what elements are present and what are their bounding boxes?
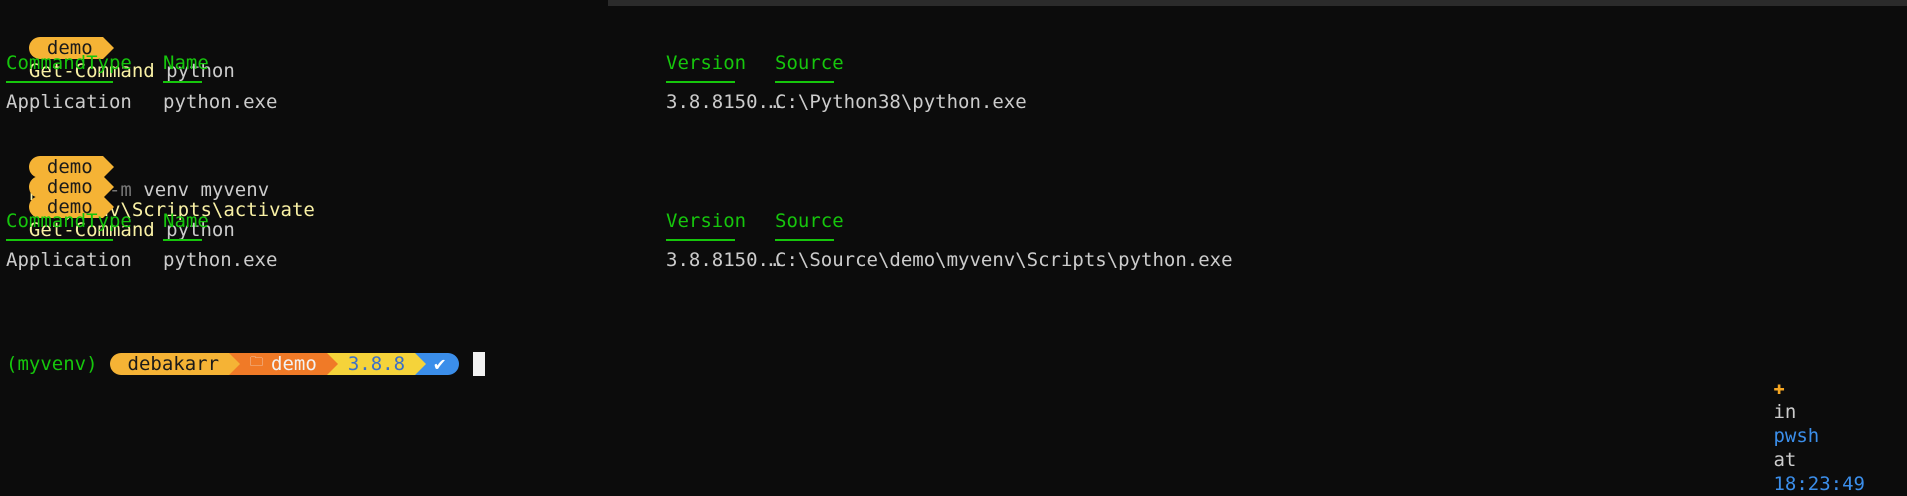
shell-name: pwsh <box>1773 425 1820 447</box>
venv-label: (myvenv) <box>6 353 98 375</box>
segment-arrow-icon <box>326 353 338 375</box>
terminal-cursor[interactable] <box>473 352 486 376</box>
header-commandtype: CommandType <box>6 52 132 74</box>
dir-label: demo <box>271 353 317 375</box>
underline <box>163 239 202 241</box>
cell-type: Application <box>6 249 132 271</box>
underline <box>163 81 202 83</box>
folder-icon: 🗀 <box>250 355 264 370</box>
header-version: Version <box>666 210 747 232</box>
header-name: Name <box>163 52 209 74</box>
underline <box>6 239 113 241</box>
cell-version: 3.8.8150.… <box>666 249 781 271</box>
clock-time: 18:23:49 <box>1773 473 1865 495</box>
header-name: Name <box>163 210 209 232</box>
dir-segment: 🗀 demo <box>240 353 327 375</box>
cell-source: C:\Source\demo\myvenv\Scripts\python.exe <box>775 249 1233 271</box>
header-commandtype: CommandType <box>6 210 132 232</box>
cell-source: C:\Python38\python.exe <box>775 91 1027 113</box>
segment-arrow-icon <box>229 353 241 375</box>
header-version: Version <box>666 52 747 74</box>
header-source: Source <box>775 52 844 74</box>
user-segment: debakarr <box>109 353 230 375</box>
cell-type: Application <box>6 91 132 113</box>
underline <box>666 239 735 241</box>
final-prompt: (myvenv) debakarr 🗀 demo 3.8.8 ✔ <box>6 352 486 376</box>
underline <box>666 81 735 83</box>
right-status: ✚ in pwsh at 18:23:49 <box>1751 352 1865 495</box>
check-icon: ✔ <box>426 353 460 375</box>
header-source: Source <box>775 210 844 232</box>
cell-name: python.exe <box>163 249 278 271</box>
segment-arrow-icon <box>415 353 427 375</box>
python-version-segment: 3.8.8 <box>337 353 416 375</box>
cell-version: 3.8.8150.… <box>666 91 781 113</box>
in-label: in <box>1773 401 1797 423</box>
terminal-line-4: demo Get-Command python <box>6 170 235 241</box>
cell-name: python.exe <box>163 91 278 113</box>
at-label: at <box>1773 449 1797 471</box>
underline <box>775 81 834 83</box>
terminal-line-1: demo Get-Command python <box>6 11 235 82</box>
underline <box>775 239 834 241</box>
gear-icon: ✚ <box>1773 377 1785 399</box>
underline <box>6 81 113 83</box>
window-top-bar <box>608 0 1907 6</box>
